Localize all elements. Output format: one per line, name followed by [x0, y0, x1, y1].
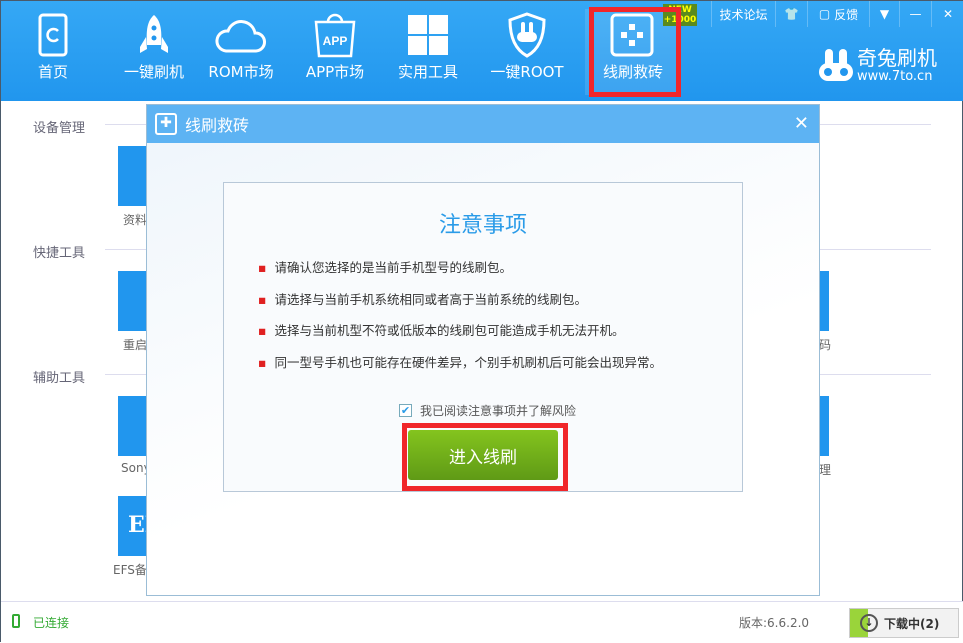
nav-one-click-flash[interactable]: 一键刷机 [106, 9, 202, 95]
shopping-bag-icon: APP [287, 9, 383, 61]
notice-item: ▪ 请选择与当前手机系统相同或者高于当前系统的线刷包。 [258, 291, 587, 307]
dialog-title-bar: ✚ 线刷救砖 [147, 105, 819, 143]
phone-refresh-icon [5, 9, 101, 61]
notice-item: ▪ 同一型号手机也可能存在硬件差异，个别手机刷机后可能会出现异常。 [258, 354, 662, 370]
menu-dropdown-button[interactable]: ▼ [869, 1, 899, 27]
logo: 奇兔刷机 www.7to.cn [819, 47, 937, 84]
minimize-button[interactable]: — [899, 1, 931, 27]
svg-text:APP: APP [323, 34, 348, 48]
dialog-close-button[interactable]: ✕ [794, 113, 809, 134]
status-bar: 已连接 版本:6.6.2.0 ↓ 下载中(2) [1, 601, 963, 643]
nav-root[interactable]: 一键ROOT [479, 9, 575, 95]
header: 首页 一键刷机 ROM市场 APP APP市场 实用工具 一键ROOT 线刷救砖 … [1, 1, 963, 101]
skin-icon[interactable]: 👕 [775, 1, 807, 27]
plus-dots-icon: ✚ [155, 113, 177, 135]
rabbit-logo-icon [819, 49, 853, 87]
nav-home[interactable]: 首页 [5, 9, 101, 95]
notice-item: ▪ 请确认您选择的是当前手机型号的线刷包。 [258, 260, 512, 275]
forum-link[interactable]: 技术论坛 [711, 1, 775, 27]
notice-heading: 注意事项 [438, 213, 527, 238]
nav-rom-market[interactable]: ROM市场 [193, 9, 289, 95]
risk-checkbox[interactable]: ✔ 我已阅读注意事项并了解风险 [399, 402, 576, 419]
enter-line-flash-button[interactable]: 进入线刷 [408, 430, 558, 480]
notice-item: ▪ 选择与当前机型不符或低版本的线刷包可能造成手机无法开机。 [258, 323, 625, 338]
app-window: 首页 一键刷机 ROM市场 APP APP市场 实用工具 一键ROOT 线刷救砖 … [0, 0, 963, 643]
notice-panel: 注意事项 ▪ 请确认您选择的是当前手机型号的线刷包。 ▪ 请选择与当前手机系统相同或… [223, 182, 743, 492]
checkmark-icon: ✔ [399, 404, 412, 417]
version-label: 版本:6.6.2.0 [739, 616, 810, 630]
close-button[interactable]: ✕ [931, 1, 963, 27]
chat-icon: ▢ [818, 7, 835, 21]
download-button[interactable]: ↓ 下载中(2) [849, 608, 959, 638]
highlight-box [589, 7, 681, 97]
nav-tools[interactable]: 实用工具 [380, 9, 476, 95]
section-quick-tools: 快捷工具 [33, 246, 86, 261]
rocket-icon [106, 9, 202, 61]
download-icon: ↓ [860, 614, 878, 632]
section-device: 设备管理 [33, 121, 86, 136]
phone-connected-icon [12, 614, 20, 628]
feedback-button[interactable]: ▢ 反馈 [807, 1, 869, 27]
cloud-icon [193, 9, 289, 61]
nav-app-market[interactable]: APP APP市场 [287, 9, 383, 95]
grid-icon [380, 9, 476, 61]
connection-status: 已连接 [33, 616, 70, 630]
line-flash-dialog: ✚ 线刷救砖 ✕ 注意事项 ▪ 请确认您选择的是当前手机型号的线刷包。 ▪ 请选择与当… [146, 104, 820, 596]
shield-rabbit-icon [479, 9, 575, 61]
section-aux-tools: 辅助工具 [33, 371, 86, 386]
